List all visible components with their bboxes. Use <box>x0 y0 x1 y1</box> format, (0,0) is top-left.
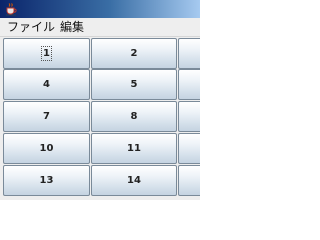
menu-file[interactable]: ファイル <box>7 19 55 35</box>
grid-button[interactable]: 14 <box>91 165 177 196</box>
grid-button[interactable]: 13 <box>3 165 90 196</box>
title-bar[interactable] <box>0 0 200 18</box>
java-cup-icon[interactable] <box>4 2 18 16</box>
grid-button[interactable] <box>178 38 200 69</box>
app-window: ファイル 編集 1 2 4 5 7 8 10 11 13 14 <box>0 0 200 200</box>
grid-button[interactable]: 7 <box>3 101 90 132</box>
grid-button-label: 4 <box>43 79 50 90</box>
grid-button-label: 13 <box>39 175 54 186</box>
grid-button-label: 7 <box>43 111 50 122</box>
grid-button[interactable]: 10 <box>3 133 90 164</box>
grid-button-label: 5 <box>130 79 138 90</box>
grid-button-label: 10 <box>39 143 54 154</box>
grid-button[interactable] <box>178 133 200 164</box>
menu-edit[interactable]: 編集 <box>60 19 84 35</box>
grid-button[interactable] <box>178 165 200 196</box>
grid-button-label: 11 <box>127 143 141 154</box>
grid-button[interactable] <box>178 101 200 132</box>
grid-button-label: 2 <box>130 48 138 59</box>
grid-button[interactable]: 5 <box>91 69 177 100</box>
grid-button[interactable]: 4 <box>3 69 90 100</box>
grid-button[interactable] <box>178 69 200 100</box>
button-grid: 1 2 4 5 7 8 10 11 13 14 <box>0 37 200 200</box>
grid-button[interactable]: 11 <box>91 133 177 164</box>
grid-button-label: 1 <box>41 46 52 61</box>
menu-bar: ファイル 編集 <box>0 18 200 37</box>
grid-button[interactable]: 1 <box>3 38 90 69</box>
grid-button[interactable]: 8 <box>91 101 177 132</box>
grid-button-label: 14 <box>127 175 141 186</box>
grid-button-label: 8 <box>130 111 138 122</box>
grid-button[interactable]: 2 <box>91 38 177 69</box>
